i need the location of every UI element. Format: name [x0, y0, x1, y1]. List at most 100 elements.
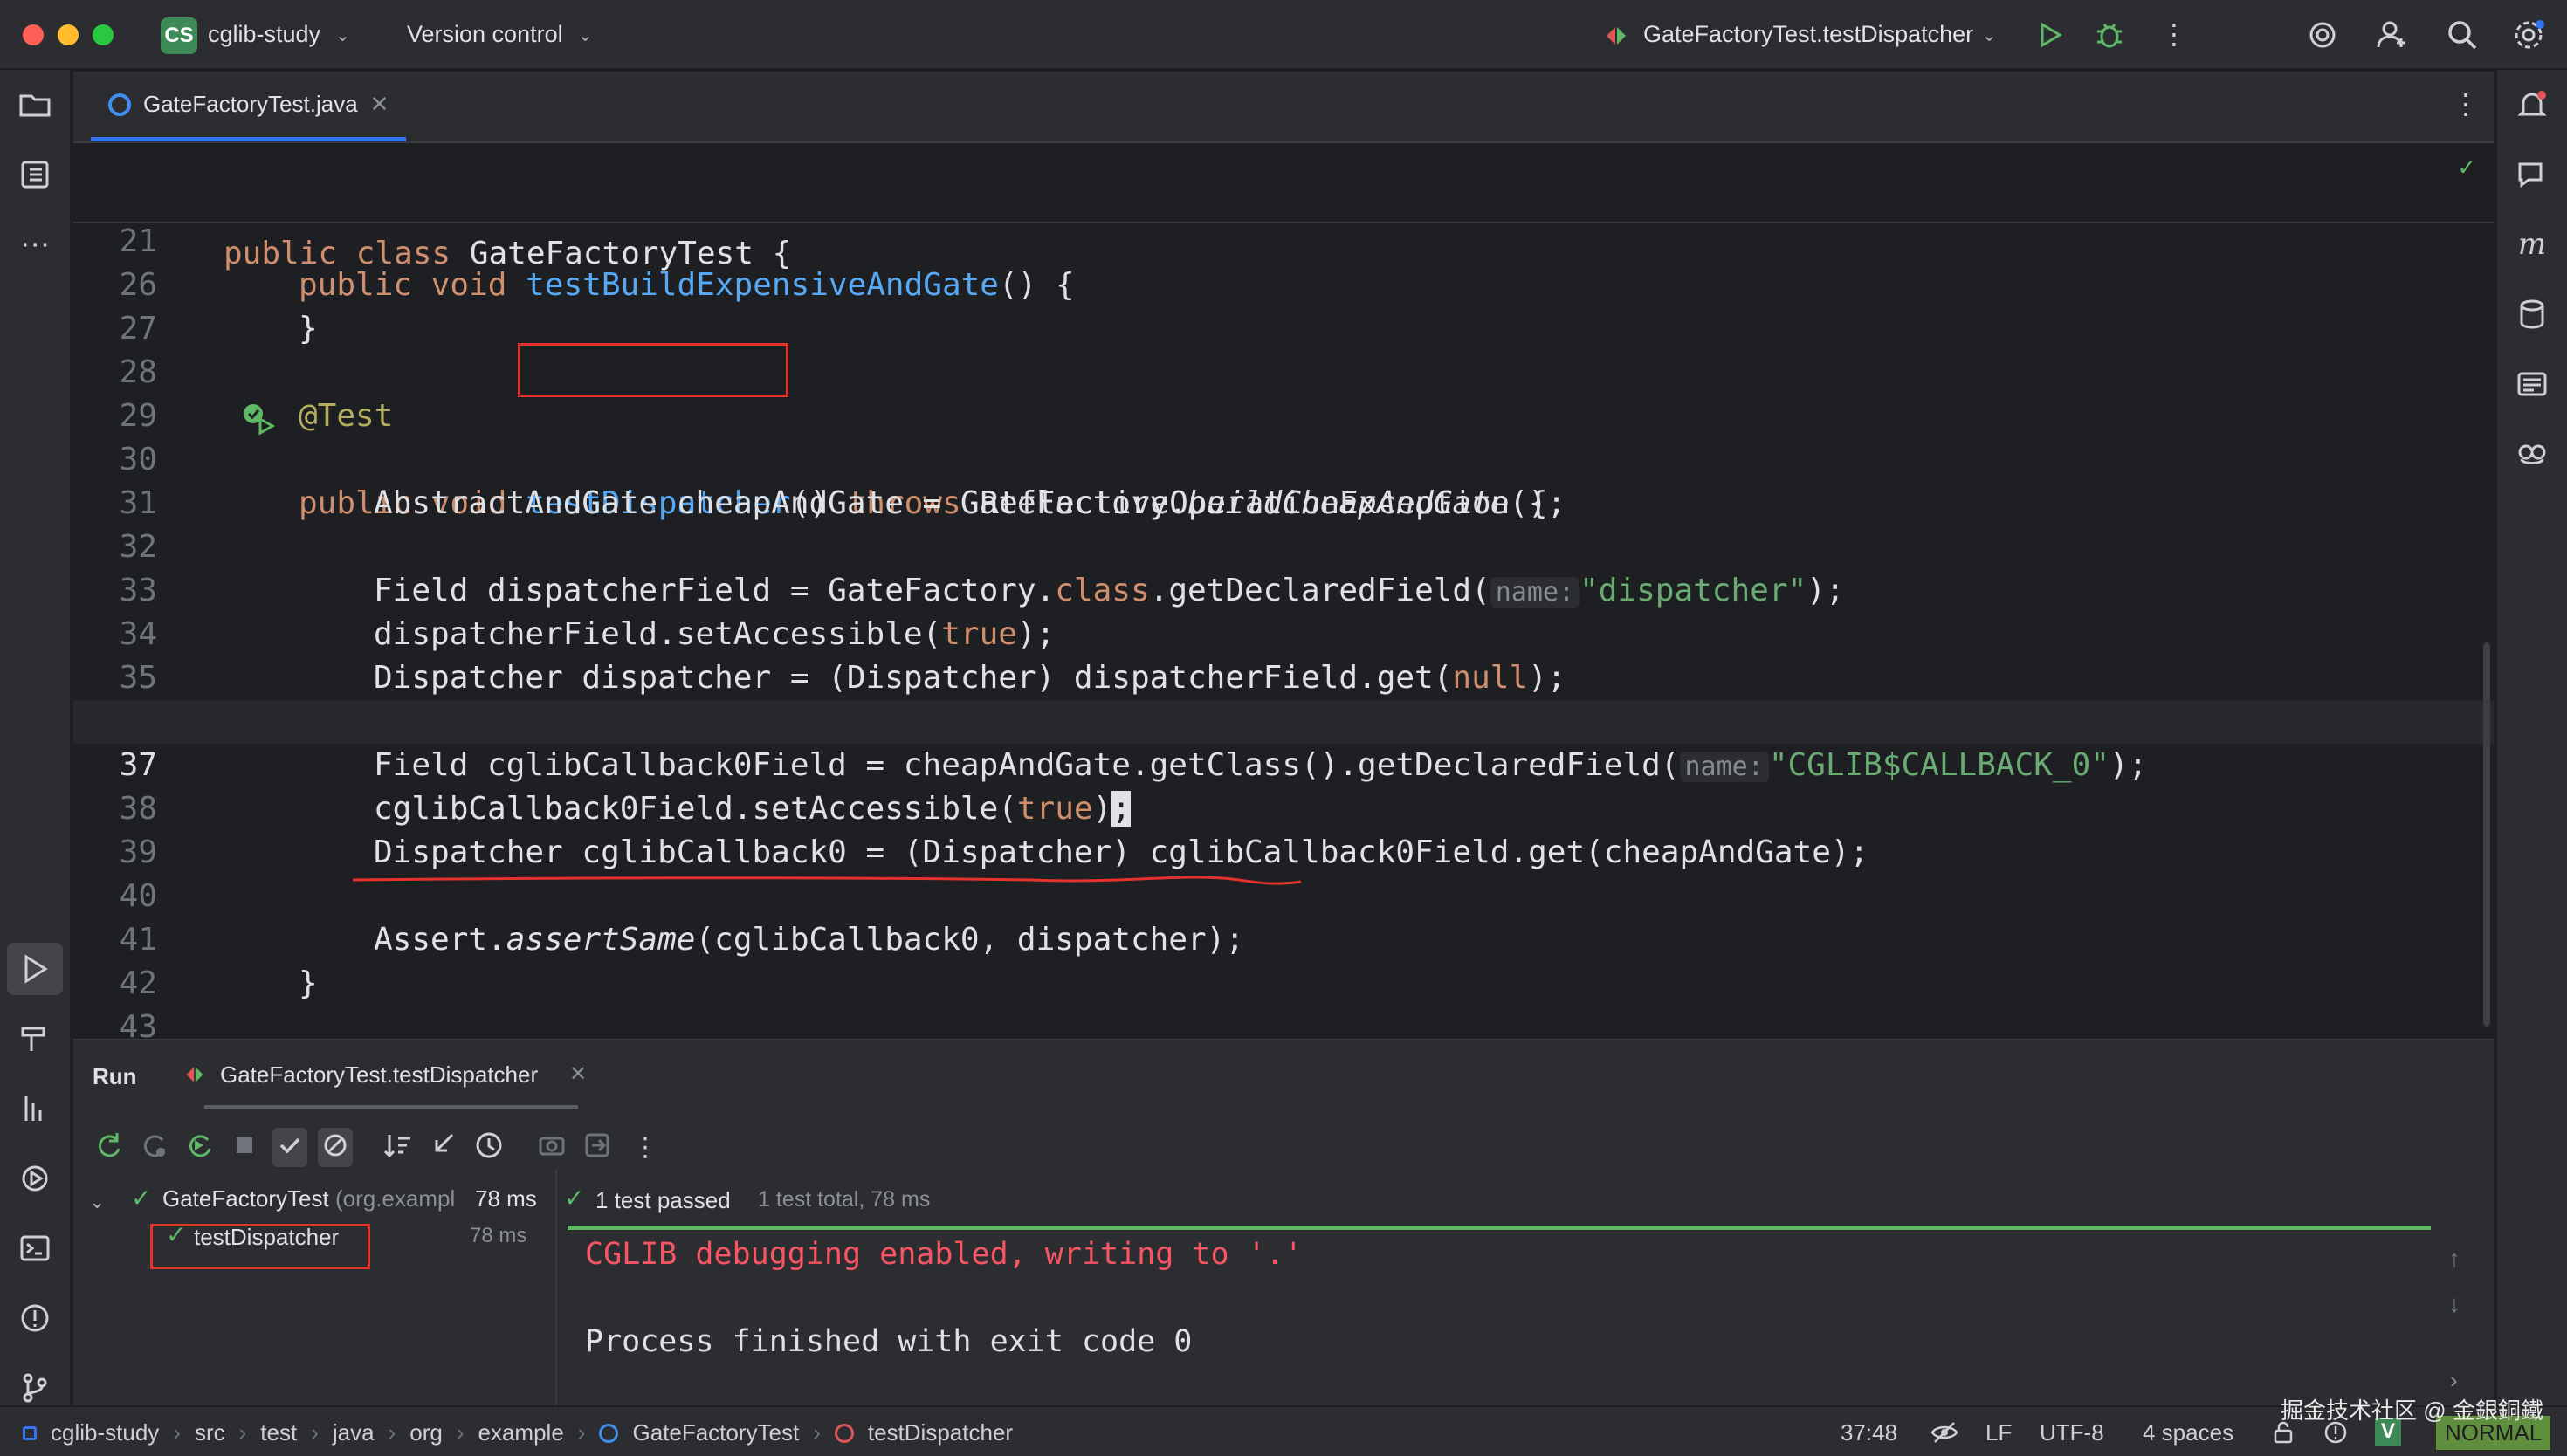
search-icon[interactable] — [2445, 17, 2480, 57]
code-line: 36 Field cglibCallback0Field = cheapAndG… — [120, 704, 2148, 783]
debug-icon[interactable] — [2094, 19, 2125, 55]
ai-chat-icon[interactable] — [2497, 148, 2567, 201]
code-line: 33 dispatcherField.setAccessible(true); — [119, 573, 1056, 652]
test-history-icon[interactable] — [471, 1128, 506, 1167]
run-panel-title: Run — [93, 1063, 137, 1089]
method-icon — [834, 1423, 854, 1443]
run-test-gutter-icon[interactable] — [127, 1009, 276, 1039]
junit-icon — [1603, 23, 1629, 53]
notifications-bell-icon[interactable] — [2497, 79, 2567, 131]
tab-options-icon[interactable]: ⋮ — [2452, 87, 2480, 120]
screenshot-icon[interactable] — [534, 1128, 569, 1167]
zoom-window-button[interactable] — [93, 24, 114, 45]
scroll-down-arrow-icon[interactable]: ↓ — [2448, 1290, 2460, 1318]
junit-icon — [183, 1063, 206, 1090]
breadcrumb-item[interactable]: java — [333, 1419, 375, 1446]
sort-alphabetically-icon[interactable] — [381, 1128, 416, 1167]
close-run-tab-icon[interactable]: ✕ — [569, 1061, 587, 1087]
services-icon[interactable] — [0, 1082, 70, 1135]
version-control-menu[interactable]: Version control — [407, 21, 563, 48]
caret-position[interactable]: 37:48 — [1841, 1419, 1897, 1446]
file-encoding[interactable]: UTF-8 — [2040, 1419, 2104, 1446]
breadcrumb: cglib-study › src › test › java › org › examp… — [23, 1419, 1013, 1446]
terminal-icon[interactable] — [0, 1222, 70, 1274]
breadcrumb-item[interactable]: GateFactoryTest — [632, 1419, 799, 1446]
rerun-icon[interactable] — [91, 1128, 126, 1167]
add-user-icon[interactable] — [2375, 17, 2410, 57]
tests-total-label: 1 test total, 78 ms — [758, 1187, 931, 1212]
code-line: 38 Dispatcher cglibCallback0 = (Dispatch… — [119, 791, 1869, 870]
run-icon[interactable] — [2034, 19, 2066, 55]
editor-tab-bar: GateFactoryTest.java ✕ ⋮ — [73, 72, 2494, 143]
export-icon[interactable] — [580, 1128, 615, 1167]
code-line: 42 — [119, 965, 157, 1001]
run-tab-label[interactable]: GateFactoryTest.testDispatcher — [220, 1061, 538, 1089]
readonly-eye-icon[interactable] — [1930, 1418, 1959, 1452]
sciview-icon[interactable] — [2497, 358, 2567, 410]
breadcrumb-item[interactable]: test — [260, 1419, 297, 1446]
breadcrumb-item[interactable]: org — [409, 1419, 443, 1446]
code-line: 28 @Test — [119, 354, 394, 434]
breadcrumb-item[interactable]: cglib-study — [51, 1419, 159, 1446]
chevron-down-icon[interactable]: ⌄ — [89, 1191, 105, 1213]
code-line: 31 — [119, 485, 157, 521]
minimize-window-button[interactable] — [58, 24, 79, 45]
problems-icon[interactable] — [0, 1292, 70, 1344]
code-line: 21 public void testBuildExpensiveAndGate… — [73, 176, 2494, 303]
breadcrumb-item[interactable]: src — [195, 1419, 225, 1446]
code-line: 44 public void testLazyLoader() throws R… — [73, 1006, 2494, 1039]
rerun-failed-icon[interactable] — [136, 1128, 171, 1167]
code-line: 27 — [119, 311, 157, 347]
scroll-up-arrow-icon[interactable]: ↑ — [2448, 1245, 2460, 1273]
chevron-down-icon[interactable]: ⌄ — [578, 24, 593, 46]
expand-arrow-icon[interactable]: › — [2450, 1367, 2458, 1394]
code-line: 32 Field dispatcherField = GateFactory.c… — [119, 529, 1845, 608]
stop-icon[interactable] — [227, 1128, 262, 1167]
show-passed-icon[interactable] — [272, 1128, 307, 1167]
run-tool-icon[interactable] — [7, 943, 63, 995]
test-class-node[interactable]: GateFactoryTest (org.exampl — [162, 1185, 455, 1212]
class-icon — [599, 1423, 619, 1443]
project-badge[interactable]: CS — [161, 17, 197, 54]
build-hammer-icon[interactable] — [0, 1013, 70, 1065]
debug-tool-icon[interactable] — [0, 1152, 70, 1205]
more-actions-icon[interactable]: ⋮ — [2160, 17, 2188, 51]
import-tests-icon[interactable] — [426, 1128, 461, 1167]
settings-gear-icon[interactable] — [2511, 17, 2546, 57]
passed-check-icon: ✓ — [564, 1185, 585, 1212]
no-problems-check-icon[interactable]: ✓ — [2459, 152, 2474, 182]
more-run-actions-icon[interactable]: ⋮ — [625, 1132, 665, 1163]
current-code-line: 37 cglibCallback0Field.setAccessible(tru… — [73, 700, 2494, 827]
watermark-text: 掘金技术社区 @ 金銀銅鐵 — [2281, 1398, 2543, 1424]
chevron-down-icon[interactable]: ⌄ — [335, 24, 350, 46]
project-folder-icon[interactable] — [0, 79, 70, 131]
editor-scrollbar[interactable] — [2483, 642, 2490, 1027]
code-line: 26 } — [119, 267, 318, 347]
copilot-icon[interactable] — [2497, 428, 2567, 480]
panel-splitter[interactable] — [555, 1170, 557, 1407]
database-icon[interactable] — [2497, 288, 2567, 340]
run-toolbar: ⋮ — [91, 1128, 665, 1167]
project-name[interactable]: cglib-study — [208, 21, 320, 48]
chevron-down-icon[interactable]: ⌄ — [1982, 24, 1997, 46]
breadcrumb-item[interactable]: testDispatcher — [868, 1419, 1013, 1446]
structure-icon[interactable] — [0, 148, 70, 201]
run-config-selector[interactable]: GateFactoryTest.testDispatcher — [1643, 21, 1973, 48]
line-separator[interactable]: LF — [1985, 1419, 2012, 1446]
more-tools-icon[interactable]: ⋯ — [0, 218, 70, 271]
code-line: 35 — [119, 660, 157, 696]
close-tab-icon[interactable]: ✕ — [370, 91, 389, 118]
maven-icon[interactable]: m — [2497, 218, 2567, 271]
show-ignored-icon[interactable] — [318, 1128, 353, 1167]
left-tool-strip: ⋯ — [0, 70, 72, 1405]
tab-gatefactorytest-java[interactable]: GateFactoryTest.java ✕ — [91, 72, 407, 141]
breadcrumb-item[interactable]: example — [478, 1419, 564, 1446]
code-editor[interactable]: 10 public class GateFactoryTest { 21 pub… — [73, 145, 2494, 1039]
passed-check-icon: ✓ — [131, 1185, 152, 1212]
title-bar: CS cglib-study ⌄ Version control ⌄ GateF… — [0, 0, 2567, 70]
indent-setting[interactable]: 4 spaces — [2143, 1419, 2233, 1446]
tests-passed-label: 1 test passed — [595, 1187, 731, 1213]
close-window-button[interactable] — [23, 24, 44, 45]
toggle-auto-test-icon[interactable] — [182, 1128, 217, 1167]
ai-assistant-icon[interactable] — [2305, 17, 2340, 57]
